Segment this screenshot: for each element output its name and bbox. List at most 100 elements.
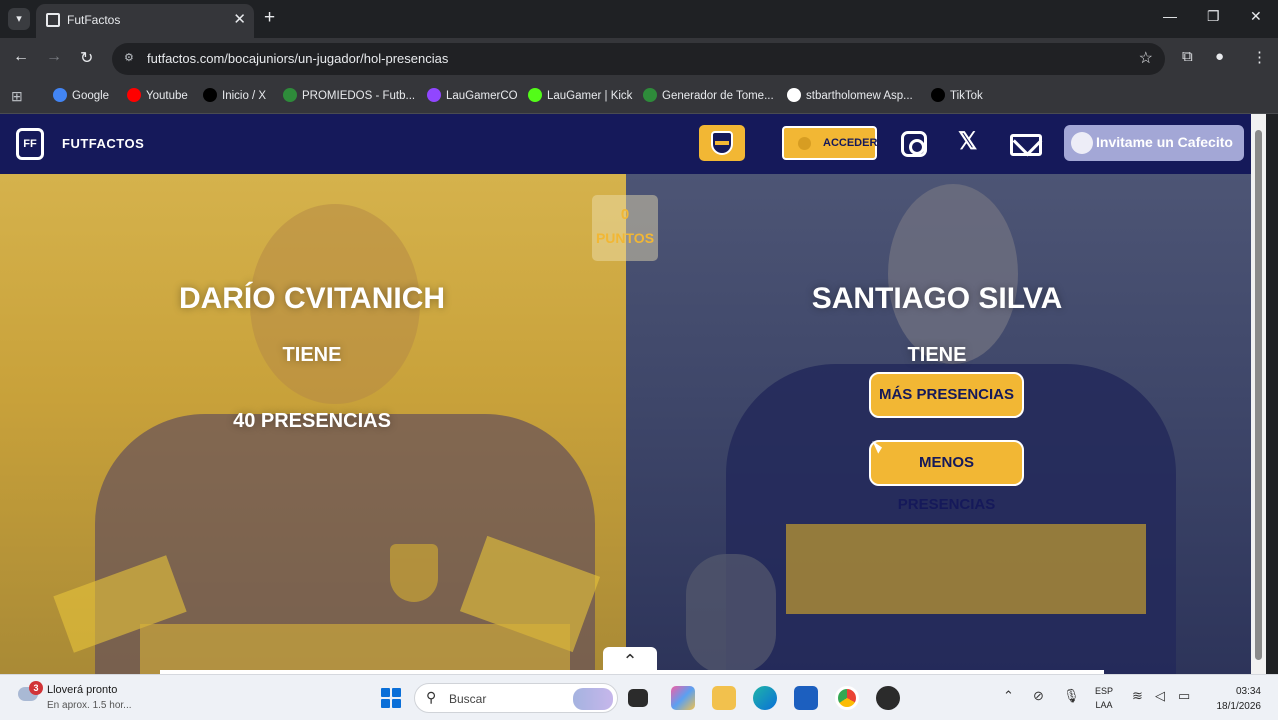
reload-icon[interactable]: ↻: [80, 48, 93, 68]
more-appearances-button[interactable]: MÁS PRESENCIAS: [869, 372, 1024, 418]
app-icon[interactable]: [876, 686, 900, 710]
battery-icon[interactable]: ▭: [1178, 688, 1190, 704]
search-icon: ⚲: [426, 689, 437, 705]
close-window-button[interactable]: ✕: [1250, 8, 1262, 25]
bookmarks-bar: ⊞ Google Youtube Inicio / X PROMIEDOS - Fut…: [0, 80, 1278, 114]
windows-start-icon[interactable]: [381, 688, 401, 708]
window-edge: [1266, 114, 1278, 674]
futfactos-favicon-icon: [46, 13, 60, 27]
bookmark-label: Inicio / X: [222, 90, 267, 102]
cafecito-label: Invitame un Cafecito: [1096, 134, 1233, 150]
extensions-icon[interactable]: ⧉: [1182, 48, 1193, 65]
search-highlight-icon: [573, 688, 613, 710]
edge-icon[interactable]: [753, 686, 777, 710]
apps-grid-icon[interactable]: ⊞: [11, 88, 23, 105]
search-label: Buscar: [449, 692, 487, 706]
weather-subtitle[interactable]: En aprox. 1.5 hor...: [47, 700, 132, 711]
tournament-icon: [643, 88, 657, 102]
tab-list-button[interactable]: ▾: [8, 8, 30, 30]
left-player-count: 40 PRESENCIAS: [233, 410, 391, 432]
weather-badge: 3: [29, 681, 43, 695]
bookmark-item[interactable]: LauGamerCO: [427, 88, 518, 102]
left-player-has-label: TIENE: [282, 344, 342, 366]
bookmark-item[interactable]: TikTok: [931, 88, 983, 102]
brand-name[interactable]: FUTFACTOS: [62, 136, 144, 151]
player-arm: [686, 554, 776, 674]
right-player-photo: [888, 184, 1018, 364]
scrollbar-thumb[interactable]: [1255, 130, 1262, 660]
score-label: PUNTOS: [595, 230, 655, 246]
cafecito-button[interactable]: Invitame un Cafecito: [1064, 125, 1244, 161]
twitch-icon: [427, 88, 441, 102]
instagram-icon[interactable]: [901, 131, 927, 157]
tab-title: FutFactos: [67, 13, 121, 27]
bookmark-item[interactable]: Generador de Tome...: [643, 88, 774, 102]
tray-chevron-icon[interactable]: ⌃: [1003, 688, 1014, 704]
menu-kebab-icon[interactable]: ⋮: [1252, 48, 1267, 66]
x-icon: [203, 88, 217, 102]
url-text[interactable]: futfactos.com/bocajuniors/un-jugador/hol…: [147, 51, 448, 66]
site-header: FF FUTFACTOS ACCEDER 𝕏 Invitame un Cafec…: [0, 114, 1266, 174]
bookmark-label: Google: [72, 90, 110, 102]
futfactos-logo-icon[interactable]: FF: [16, 128, 44, 160]
new-tab-button[interactable]: +: [264, 7, 275, 29]
taskbar-search[interactable]: ⚲ Buscar: [414, 683, 618, 713]
profile-avatar-icon[interactable]: ●: [1215, 48, 1224, 65]
browser-tab-bar: ▾ FutFactos ✕ + — ❐ ✕: [0, 0, 1278, 38]
scroll-to-top-button[interactable]: ⌃: [603, 647, 657, 675]
microphone-icon[interactable]: 🎙: [1063, 688, 1080, 704]
store-icon[interactable]: [794, 686, 818, 710]
keyboard-layout: LAA: [1095, 700, 1113, 710]
left-player-name: DARÍO CVITANICH: [178, 282, 446, 315]
tab-close-icon[interactable]: ✕: [233, 10, 246, 28]
login-button[interactable]: ACCEDER: [782, 126, 877, 160]
chevron-down-icon: ▾: [16, 13, 22, 25]
score-value: 0: [620, 206, 630, 223]
cafecito-icon: [1071, 132, 1093, 154]
tiktok-icon: [931, 88, 945, 102]
clock-time: 03:34: [1235, 686, 1261, 697]
task-view-icon[interactable]: [628, 689, 648, 707]
volume-icon[interactable]: ◁: [1155, 688, 1165, 704]
maximize-button[interactable]: ❐: [1207, 8, 1220, 25]
youtube-icon: [127, 88, 141, 102]
fewer-appearances-button[interactable]: MENOS PRESENCIAS: [869, 440, 1024, 513]
boca-crest-icon: [711, 131, 733, 155]
weather-title[interactable]: Lloverá pronto: [47, 684, 117, 696]
bookmark-item[interactable]: PROMIEDOS - Futb...: [283, 88, 415, 102]
mail-icon[interactable]: [1010, 134, 1042, 156]
bookmark-label: PROMIEDOS - Futb...: [302, 90, 416, 102]
kick-icon: [528, 88, 542, 102]
bookmark-item[interactable]: Google: [53, 88, 109, 102]
bookmark-label: LauGamerCO: [446, 90, 518, 102]
bookmark-item[interactable]: Youtube: [127, 88, 188, 102]
copilot-icon[interactable]: [671, 686, 695, 710]
back-arrow-icon[interactable]: ←: [13, 48, 29, 66]
taskbar-clock[interactable]: 03:34 18/1/2026: [1205, 684, 1262, 714]
address-bar[interactable]: ⚙ futfactos.com/bocajuniors/un-jugador/h…: [112, 43, 1165, 75]
x-twitter-icon[interactable]: 𝕏: [958, 128, 977, 156]
google-icon: [53, 88, 67, 102]
file-explorer-icon[interactable]: [712, 686, 736, 710]
tray-app-icon[interactable]: ⊘: [1033, 688, 1044, 704]
bookmark-star-icon[interactable]: ☆: [1139, 48, 1153, 68]
bookmark-item[interactable]: LauGamer | Kick: [528, 88, 632, 102]
page-scrollbar[interactable]: [1251, 114, 1266, 674]
bookmark-label: Youtube: [146, 90, 188, 102]
language-indicator[interactable]: ESP LAA: [1095, 684, 1113, 712]
bookmark-item[interactable]: stbartholomew Asp...: [787, 88, 913, 102]
chrome-icon[interactable]: [835, 686, 859, 710]
jersey-band: [786, 524, 1146, 614]
club-selector-button[interactable]: [699, 125, 745, 161]
wifi-icon[interactable]: ≋: [1132, 688, 1143, 704]
boca-badge-icon: [390, 544, 438, 602]
flag-icon: [787, 88, 801, 102]
minimize-button[interactable]: —: [1163, 8, 1177, 24]
bookmark-item[interactable]: Inicio / X: [203, 88, 266, 102]
bookmark-label: stbartholomew Asp...: [806, 90, 913, 102]
forward-arrow-icon[interactable]: →: [46, 48, 62, 66]
login-label: ACCEDER: [823, 137, 878, 149]
browser-tab[interactable]: FutFactos ✕: [36, 4, 254, 38]
site-info-icon[interactable]: ⚙: [124, 51, 138, 65]
right-player-name: SANTIAGO SILVA: [811, 282, 1063, 315]
